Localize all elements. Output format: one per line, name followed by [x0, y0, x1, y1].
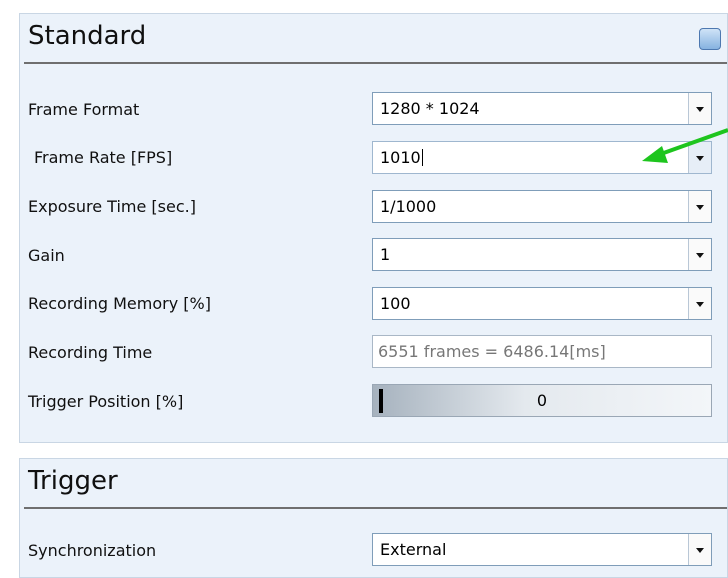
frame-format-label: Frame Format [28, 100, 140, 119]
trigger-panel-title: Trigger [28, 466, 118, 496]
collapse-toggle-icon[interactable] [699, 28, 721, 50]
frame-format-select[interactable]: 1280 * 1024 [372, 92, 712, 125]
standard-panel-header: Standard [20, 14, 727, 64]
trigger-panel-header: Trigger [20, 459, 727, 509]
chevron-down-icon[interactable] [688, 191, 711, 222]
standard-panel: Standard Frame Format 1280 * 1024 Frame … [19, 13, 728, 443]
synchronization-value: External [380, 540, 447, 559]
gain-value: 1 [380, 245, 391, 264]
header-divider [24, 62, 727, 64]
gain-select[interactable]: 1 [372, 238, 712, 271]
frame-rate-label: Frame Rate [FPS] [34, 148, 173, 167]
chevron-down-icon[interactable] [688, 288, 711, 319]
text-caret [421, 149, 423, 166]
standard-panel-title: Standard [28, 21, 147, 51]
recording-memory-value: 100 [380, 294, 411, 313]
trigger-panel: Trigger Synchronization External [19, 458, 728, 578]
recording-time-value: 6551 frames = 6486.14[ms] [378, 342, 606, 361]
synchronization-select[interactable]: External [372, 533, 712, 566]
chevron-down-icon[interactable] [688, 534, 711, 565]
recording-memory-label: Recording Memory [%] [28, 294, 211, 313]
frame-rate-value: 1010 [380, 148, 423, 167]
trigger-position-slider[interactable]: 0 [372, 384, 712, 417]
synchronization-label: Synchronization [28, 541, 157, 560]
frame-format-value: 1280 * 1024 [380, 99, 480, 118]
header-divider [24, 507, 727, 509]
exposure-time-select[interactable]: 1/1000 [372, 190, 712, 223]
recording-memory-select[interactable]: 100 [372, 287, 712, 320]
trigger-position-label: Trigger Position [%] [28, 392, 184, 411]
green-arrow-icon [642, 128, 728, 163]
recording-time-field: 6551 frames = 6486.14[ms] [372, 335, 712, 368]
exposure-time-label: Exposure Time [sec.] [28, 197, 196, 216]
exposure-time-value: 1/1000 [380, 197, 437, 216]
chevron-down-icon[interactable] [688, 93, 711, 124]
chevron-down-icon[interactable] [688, 239, 711, 270]
gain-label: Gain [28, 246, 65, 265]
trigger-position-value: 0 [536, 391, 548, 410]
recording-time-label: Recording Time [28, 343, 153, 362]
